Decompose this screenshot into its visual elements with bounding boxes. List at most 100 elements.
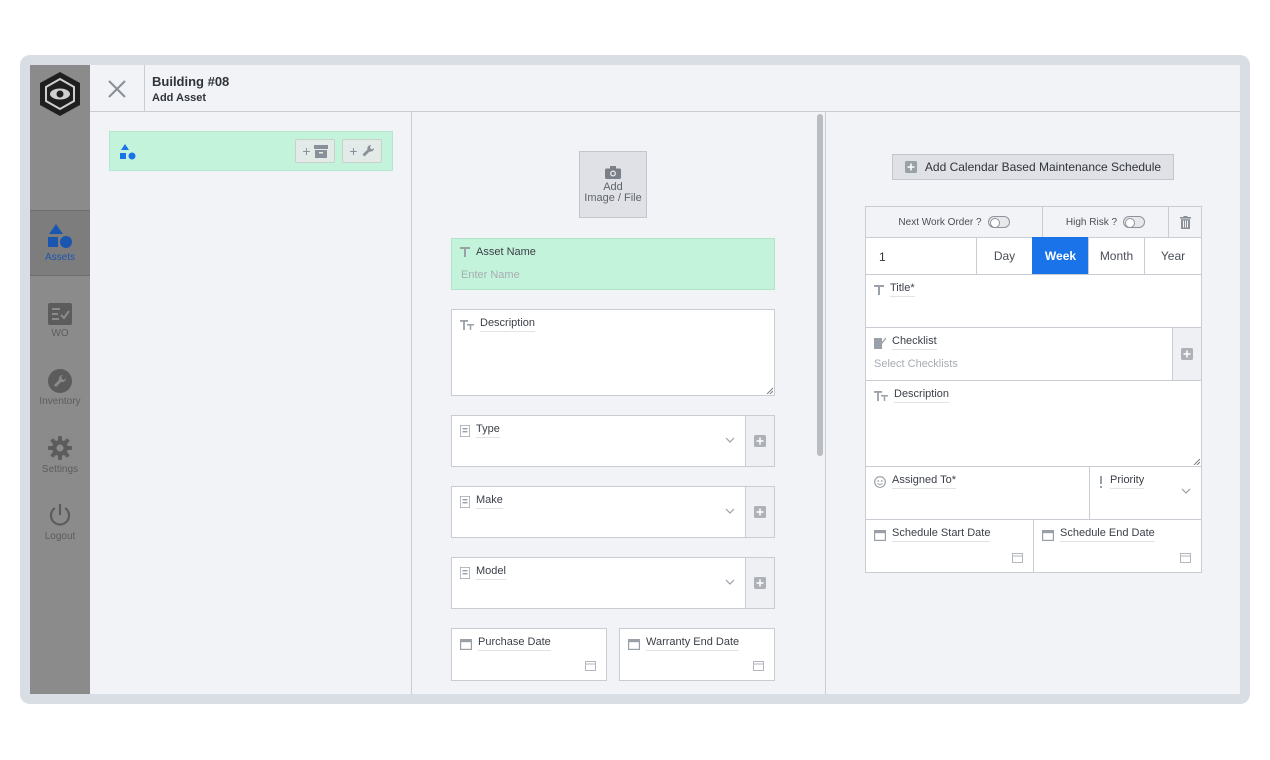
exclamation-icon: [1100, 475, 1102, 488]
gear-icon: [48, 436, 72, 460]
text-icon: [460, 247, 470, 257]
calendar-icon[interactable]: [1180, 552, 1191, 563]
interval-input[interactable]: 1: [865, 237, 977, 275]
nav-label-inventory: Inventory: [39, 396, 81, 407]
add-model-button[interactable]: [745, 557, 775, 609]
add-tool-button[interactable]: +: [342, 139, 382, 163]
asset-name-field[interactable]: Asset Name Enter Name: [451, 238, 775, 290]
resize-handle-icon[interactable]: [1193, 458, 1200, 465]
text-icon: [874, 284, 884, 295]
asset-tree-panel: + +: [90, 112, 412, 694]
add-image-label-1: Add: [603, 180, 623, 193]
chevron-down-icon: [725, 437, 735, 443]
make-select[interactable]: Make: [451, 486, 746, 538]
wrench-icon: [362, 144, 374, 157]
high-risk-toggle-cell: High Risk ?: [1042, 206, 1169, 238]
schedule-end-date-field[interactable]: Schedule End Date: [1033, 519, 1202, 573]
checklist-placeholder: Select Checklists: [874, 358, 958, 370]
add-type-button[interactable]: [745, 415, 775, 467]
wrench-icon: [48, 369, 72, 393]
plus-square-icon: [754, 506, 766, 518]
checklist-icon: [48, 303, 72, 325]
schedule-end-date-label: Schedule End Date: [1060, 527, 1155, 542]
purchase-date-field[interactable]: Purchase Date: [451, 628, 607, 681]
calendar-icon: [628, 638, 640, 650]
period-week-button[interactable]: Week: [1032, 237, 1089, 275]
high-risk-label: High Risk ?: [1065, 216, 1118, 228]
chevron-down-icon: [725, 508, 735, 514]
period-month-button[interactable]: Month: [1088, 237, 1145, 275]
next-work-order-toggle-cell: Next Work Order ?: [865, 206, 1043, 238]
period-year-button[interactable]: Year: [1144, 237, 1202, 275]
interval-value: 1: [879, 250, 886, 264]
power-icon: [49, 504, 71, 526]
model-label: Model: [476, 565, 506, 580]
header: Building #08 Add Asset: [90, 65, 1240, 112]
plus-square-icon: [904, 161, 917, 173]
asset-form-panel: Add Image / File Asset Name Enter Name D…: [413, 112, 826, 694]
calendar-icon: [874, 529, 886, 541]
warranty-end-date-field[interactable]: Warranty End Date: [619, 628, 775, 681]
delete-schedule-button[interactable]: [1168, 206, 1202, 238]
schedule-card: Next Work Order ? High Risk ? 1 Day Week…: [865, 206, 1202, 573]
model-select[interactable]: Model: [451, 557, 746, 609]
asset-name-label: Asset Name: [476, 246, 536, 258]
maintenance-schedule-panel: Add Calendar Based Maintenance Schedule …: [827, 112, 1240, 694]
text-size-icon: [460, 319, 474, 330]
assigned-to-field[interactable]: Assigned To*: [865, 466, 1090, 520]
form-scrollbar[interactable]: [817, 114, 823, 456]
warranty-end-date-label: Warranty End Date: [646, 636, 740, 651]
nav-label-assets: Assets: [44, 252, 75, 263]
tag-icon: [460, 566, 470, 579]
calendar-icon[interactable]: [753, 660, 764, 671]
nav-item-inventory[interactable]: Inventory: [30, 355, 90, 421]
nav-item-logout[interactable]: Logout: [30, 489, 90, 555]
schedule-start-date-field[interactable]: Schedule Start Date: [865, 519, 1034, 573]
page-subtitle: Add Asset: [152, 92, 206, 104]
nav-item-assets[interactable]: Assets: [30, 210, 90, 276]
type-select[interactable]: Type: [451, 415, 746, 467]
nav-item-settings[interactable]: Settings: [30, 422, 90, 488]
chevron-down-icon: [725, 579, 735, 585]
trash-icon: [1179, 215, 1191, 229]
camera-icon: [605, 165, 621, 179]
nav-label-logout: Logout: [44, 531, 76, 542]
add-image-button[interactable]: Add Image / File: [579, 151, 647, 218]
description-field[interactable]: Description: [451, 309, 775, 396]
priority-label: Priority: [1110, 474, 1145, 489]
next-work-order-toggle[interactable]: [987, 216, 1010, 228]
schedule-title-field[interactable]: Title*: [865, 274, 1202, 328]
close-button[interactable]: [90, 65, 145, 112]
add-image-label-2: Image / File: [584, 191, 642, 204]
priority-select[interactable]: Priority: [1089, 466, 1202, 520]
asset-name-placeholder: Enter Name: [461, 269, 520, 281]
assigned-to-label: Assigned To*: [892, 474, 957, 489]
add-schedule-label: Add Calendar Based Maintenance Schedule: [924, 160, 1162, 174]
page-title: Building #08: [152, 74, 230, 89]
next-work-order-label: Next Work Order ?: [898, 216, 982, 228]
calendar-icon[interactable]: [585, 660, 596, 671]
close-icon: [108, 79, 126, 98]
plus-icon: +: [302, 143, 311, 159]
purchase-date-label: Purchase Date: [478, 636, 551, 651]
add-schedule-button[interactable]: Add Calendar Based Maintenance Schedule: [892, 154, 1174, 180]
checklist-select[interactable]: Checklist Select Checklists: [865, 327, 1173, 381]
add-make-button[interactable]: [745, 486, 775, 538]
app-logo[interactable]: [30, 65, 90, 123]
nav-label-wo: WO: [51, 328, 69, 339]
period-day-button[interactable]: Day: [976, 237, 1033, 275]
calendar-icon[interactable]: [1012, 552, 1023, 563]
nav-item-wo[interactable]: WO: [30, 288, 90, 354]
schedule-start-date-label: Schedule Start Date: [892, 527, 991, 542]
asset-tree-root[interactable]: + +: [109, 131, 393, 171]
plus-square-icon: [754, 435, 766, 447]
high-risk-toggle[interactable]: [1123, 216, 1146, 228]
add-archive-button[interactable]: +: [295, 139, 335, 163]
user-circle-icon: [874, 475, 886, 488]
app-screen: Assets WO Inventory Settings Logout Buil…: [30, 65, 1240, 694]
add-checklist-button[interactable]: [1172, 327, 1202, 381]
plus-icon: +: [349, 143, 358, 159]
resize-handle-icon[interactable]: [766, 387, 773, 394]
plus-square-icon: [754, 577, 766, 589]
schedule-description-field[interactable]: Description: [865, 380, 1202, 467]
